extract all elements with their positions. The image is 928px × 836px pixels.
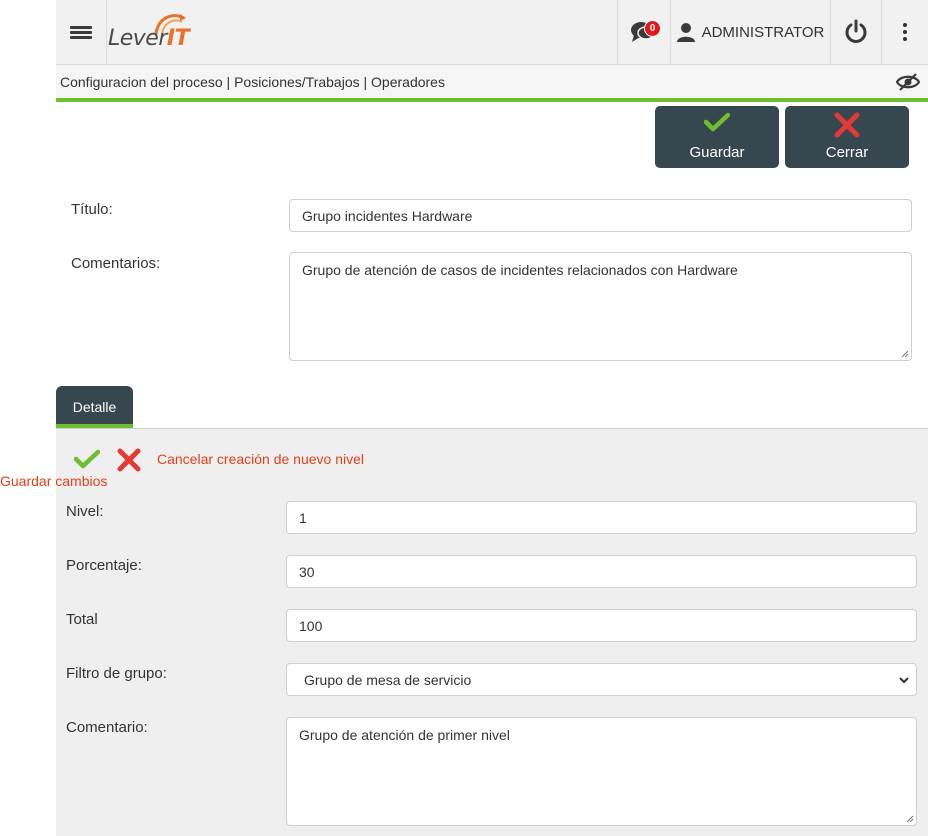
user-name: ADMINISTRATOR [701,23,825,41]
logout-button[interactable] [831,0,881,64]
total-label: Total [66,611,98,628]
cancel-new-level-link[interactable]: Cancelar creación de nuevo nivel [157,451,364,467]
detail-panel: Cancelar creación de nuevo nivel Nivel: … [56,428,928,836]
notification-badge: 0 [644,20,661,37]
percent-input[interactable]: 30 [286,555,917,588]
app: LeverIT 0 ADMINISTRATOR Configuracion de… [56,0,928,836]
group-filter-label: Filtro de grupo: [66,665,167,682]
eye-slash-icon[interactable] [895,72,921,97]
comment-textarea[interactable]: Grupo de atención de primer nivel [286,717,917,826]
title-label: Título: [71,201,113,218]
save-changes-tooltip: Guardar cambios [0,473,108,489]
top-bar: LeverIT 0 ADMINISTRATOR [56,0,928,65]
more-vert-icon [903,22,907,43]
tab-detalle[interactable]: Detalle [56,386,133,428]
notifications-button[interactable]: 0 [618,0,668,64]
check-icon [703,112,731,137]
close-button[interactable]: Cerrar [785,106,909,168]
percent-label: Porcentaje: [66,557,142,574]
comment-label: Comentario: [66,719,148,736]
save-changes-icon[interactable] [73,449,101,474]
level-input[interactable]: 1 [286,501,917,534]
total-input[interactable]: 100 [286,609,917,642]
menu-button[interactable] [56,0,106,64]
level-label: Nivel: [66,503,104,520]
chevron-down-icon [899,677,909,684]
resize-handle-icon[interactable] [901,350,909,358]
more-options-button[interactable] [882,0,928,64]
breadcrumb-bar: Configuracion del proceso | Posiciones/T… [56,65,928,102]
resize-handle-icon[interactable] [906,815,914,823]
user-icon [676,23,695,42]
comments-textarea[interactable]: Grupo de atención de casos de incidentes… [289,252,912,361]
save-button[interactable]: Guardar [655,106,779,168]
close-icon [834,112,860,143]
user-menu[interactable]: ADMINISTRATOR [671,0,829,64]
menu-icon [70,24,92,41]
cancel-level-icon[interactable] [117,448,141,477]
comments-label: Comentarios: [71,255,161,272]
group-filter-select[interactable]: Grupo de mesa de servicio [286,663,917,696]
power-icon [845,19,867,43]
title-input[interactable]: Grupo incidentes Hardware [289,199,912,232]
breadcrumb: Configuracion del proceso | Posiciones/T… [60,74,445,90]
logo: LeverIT [108,0,198,64]
